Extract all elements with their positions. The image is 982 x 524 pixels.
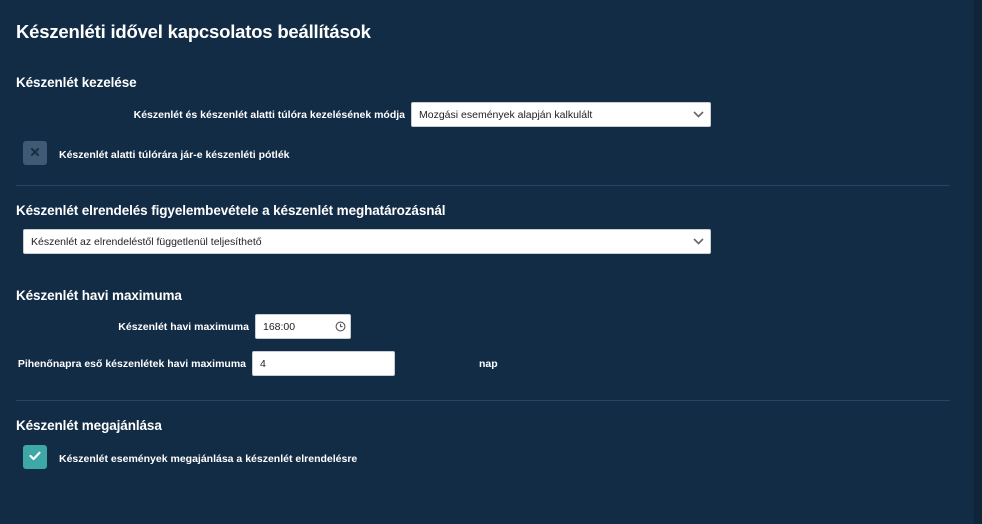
section-title-order: Készenlét elrendelés figyelembevétele a … [16,203,446,218]
supplement-label: Készenlét alatti túlórára jár-e készenlé… [59,149,290,161]
monthly-max-value: 168:00 [263,320,296,333]
chevron-down-icon [686,230,710,253]
check-icon [29,448,41,466]
divider [16,400,950,401]
chevron-down-icon [686,103,710,126]
order-select[interactable]: Készenlét az elrendeléstől függetlenül t… [23,229,711,254]
section-title-handling: Készenlét kezelése [16,75,137,90]
divider [16,185,950,186]
order-select-value: Készenlét az elrendeléstől függetlenül t… [31,235,262,248]
close-icon [30,144,40,162]
monthly-max-label: Készenlét havi maximuma [118,321,249,333]
mode-select-value: Mozgási események alapján kalkulált [419,108,593,121]
page-title: Készenléti idővel kapcsolatos beállításo… [16,21,371,42]
mode-label: Készenlét és készenlét alatti túlóra kez… [133,109,405,121]
mode-select[interactable]: Mozgási események alapján kalkulált [411,102,711,127]
clock-icon[interactable] [330,321,350,332]
section-title-monthly-max: Készenlét havi maximuma [16,288,182,303]
rest-day-max-value: 4 [260,357,266,370]
rest-day-max-label: Pihenőnapra eső készenlétek havi maximum… [17,358,246,370]
supplement-checkbox[interactable] [23,141,47,165]
rest-day-max-input[interactable]: 4 [252,351,395,376]
offer-checkbox[interactable] [23,445,47,469]
settings-page: Készenléti idővel kapcsolatos beállításo… [0,0,982,524]
section-title-offer: Készenlét megajánlása [16,418,162,433]
offer-label: Készenlét események megajánlása a készen… [59,453,358,465]
rest-day-unit: nap [479,358,498,370]
scroll-gutter [974,0,982,524]
monthly-max-time-input[interactable]: 168:00 [255,314,351,339]
